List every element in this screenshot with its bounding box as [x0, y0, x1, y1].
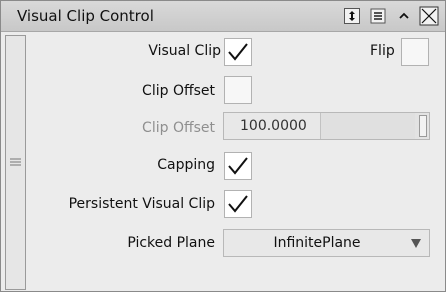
checkmark-icon	[228, 195, 248, 213]
clip-offset-slider-track[interactable]	[321, 113, 415, 139]
vertical-resize-icon[interactable]	[343, 7, 361, 25]
checkmark-icon	[228, 43, 248, 61]
picked-plane-value: InfinitePlane	[273, 235, 361, 251]
clip-offset-checkbox[interactable]	[224, 76, 252, 104]
side-drag-handle[interactable]	[5, 35, 26, 290]
capping-label: Capping	[157, 157, 215, 173]
picked-plane-label: Picked Plane	[127, 235, 215, 251]
panel-title: Visual Clip Control	[17, 7, 154, 25]
capping-checkbox[interactable]	[224, 152, 252, 180]
chevron-up-icon[interactable]	[395, 7, 413, 25]
flip-checkbox[interactable]	[401, 38, 429, 66]
visual-clip-control-panel: Visual Clip Control Visual Clip Flip Cli…	[0, 0, 446, 292]
close-icon[interactable]	[419, 6, 439, 26]
clip-offset-slider-field[interactable]: 100.0000	[223, 112, 430, 140]
clip-offset-value-label: Clip Offset	[142, 120, 215, 136]
persistent-visual-clip-label: Persistent Visual Clip	[68, 196, 215, 212]
picked-plane-dropdown[interactable]: InfinitePlane	[223, 229, 430, 257]
checkmark-icon	[228, 157, 248, 175]
clip-offset-slider-thumb[interactable]	[419, 115, 427, 137]
dropdown-arrow-icon	[411, 239, 421, 248]
title-bar[interactable]: Visual Clip Control	[1, 1, 445, 32]
visual-clip-label: Visual Clip	[148, 43, 221, 59]
clip-offset-value[interactable]: 100.0000	[224, 113, 321, 139]
visual-clip-checkbox[interactable]	[224, 38, 252, 66]
flip-label: Flip	[370, 43, 395, 59]
grip-icon	[10, 158, 21, 166]
clip-offset-toggle-label: Clip Offset	[142, 83, 215, 99]
menu-icon[interactable]	[369, 7, 387, 25]
persistent-visual-clip-checkbox[interactable]	[224, 190, 252, 218]
